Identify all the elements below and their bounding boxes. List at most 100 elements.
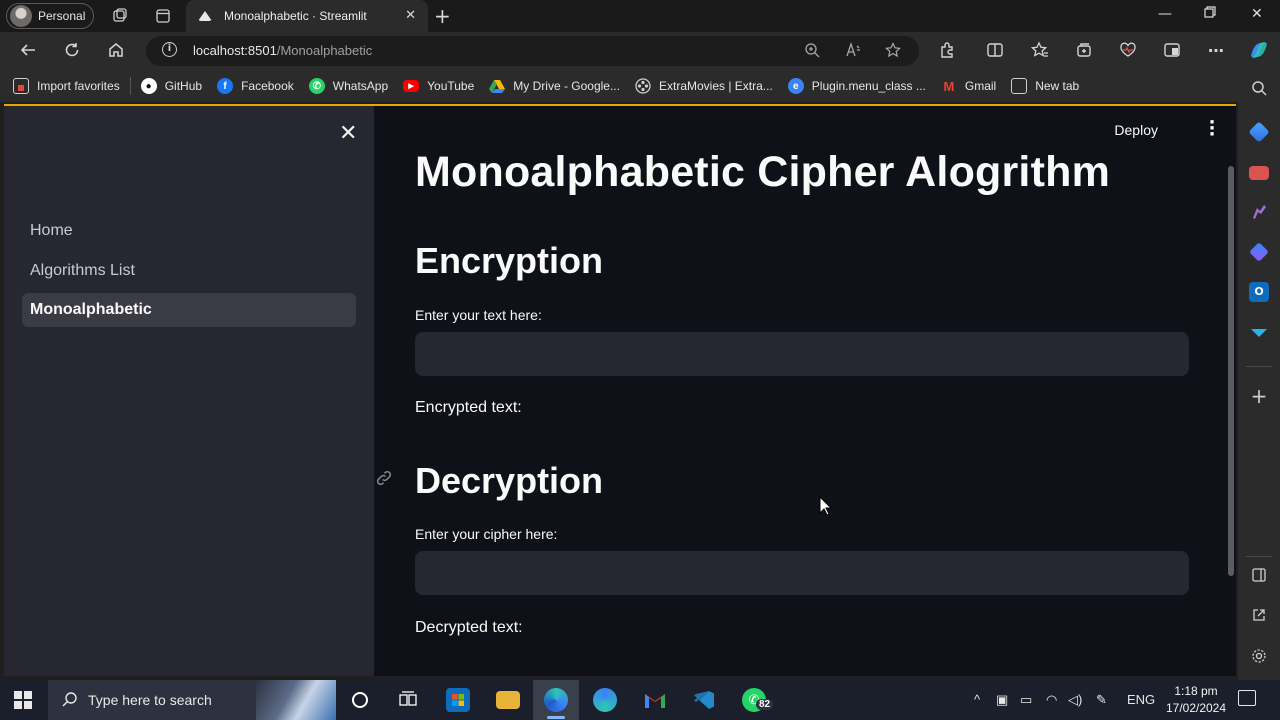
read-aloud-icon[interactable] [845, 41, 861, 62]
link-anchor-icon[interactable] [374, 468, 394, 493]
bookmark-label: GitHub [164, 79, 203, 93]
windows-start-icon[interactable] [14, 691, 32, 709]
bookmark-extramovies[interactable]: ExtraMovies | Extra... [635, 78, 773, 94]
decrypted-text-output: Decrypted text: [415, 619, 523, 636]
address-bar[interactable]: i localhost:8501/Monoalphabetic [146, 36, 919, 66]
tab-monoalphabetic[interactable]: Monoalphabetic · Streamlit ✕ [186, 0, 428, 32]
bookmark-my-drive[interactable]: My Drive - Google... [489, 78, 620, 94]
edge-icon: e [787, 78, 804, 94]
profile-button[interactable]: Personal [6, 3, 94, 29]
encrypted-text-output: Encrypted text: [415, 399, 522, 416]
volume-icon[interactable]: ◁) [1068, 692, 1082, 708]
sidebar-toggle-icon[interactable] [1249, 568, 1269, 586]
workspaces-icon[interactable] [110, 6, 130, 26]
sidebar-separator [1246, 366, 1272, 367]
search-highlight-image [256, 680, 336, 720]
system-clock[interactable]: 1:18 pm 17/02/2024 [1160, 683, 1232, 717]
file-explorer-icon[interactable] [496, 691, 520, 709]
bookmark-gmail[interactable]: M Gmail [941, 78, 996, 94]
wifi-icon[interactable]: ◠ [1046, 692, 1057, 708]
decryption-heading: Decryption [415, 460, 604, 501]
new-tab-icon[interactable]: + [434, 4, 451, 28]
drive-icon [489, 78, 506, 94]
bookmark-github[interactable]: ● GitHub [140, 78, 203, 94]
close-sidebar-icon[interactable]: ✕ [339, 123, 357, 145]
bookmark-youtube[interactable]: ▶ YouTube [403, 79, 474, 93]
external-link-icon[interactable] [1249, 608, 1269, 626]
split-screen-icon[interactable] [985, 41, 1005, 61]
pen-icon[interactable]: ✎ [1096, 692, 1107, 708]
security-icon[interactable]: ▣ [996, 692, 1008, 708]
bookmark-whatsapp[interactable]: ✆ WhatsApp [308, 78, 389, 94]
sidebar-item-monoalphabetic[interactable]: Monoalphabetic [22, 293, 356, 327]
sidebar-item-algorithms-list[interactable]: Algorithms List [22, 254, 356, 288]
browser-essentials-icon[interactable] [1162, 41, 1182, 61]
bookmark-label: Import favorites [37, 79, 120, 93]
zoom-icon[interactable] [804, 42, 820, 62]
minimize-icon[interactable]: — [1158, 6, 1172, 22]
edge-dev-icon[interactable] [593, 688, 617, 712]
back-icon[interactable] [18, 41, 38, 61]
gmail-taskbar-icon[interactable] [643, 688, 667, 712]
microsoft-store-icon[interactable] [446, 688, 470, 712]
newtab-icon [1011, 78, 1028, 94]
tools-icon[interactable] [1249, 166, 1269, 180]
collections-icon[interactable] [1074, 41, 1094, 61]
copilot-icon[interactable] [1247, 38, 1271, 62]
close-window-icon[interactable]: ✕ [1251, 6, 1263, 22]
add-app-icon[interactable]: + [1249, 384, 1269, 408]
favorite-star-icon[interactable] [885, 42, 901, 62]
bookmark-label: My Drive - Google... [513, 79, 620, 93]
sidebar-item-label: Algorithms List [30, 262, 135, 279]
task-view-icon[interactable] [396, 688, 420, 712]
site-info-icon[interactable]: i [162, 42, 177, 57]
bookmark-separator [129, 77, 131, 95]
whatsapp-notification-badge: 82 [756, 699, 774, 710]
search-icon [62, 691, 78, 712]
favorites-icon[interactable] [1030, 41, 1050, 61]
edge-taskbar-icon[interactable] [544, 688, 568, 712]
bookmark-facebook[interactable]: f Facebook [217, 78, 294, 94]
title-bar: Personal Monoalphabetic · Streamlit ✕ + … [0, 0, 1280, 32]
home-icon[interactable] [106, 41, 126, 61]
more-menu-icon[interactable]: ⋯ [1206, 41, 1226, 61]
scrollbar[interactable] [1228, 166, 1234, 576]
bookmark-new-tab[interactable]: New tab [1011, 78, 1079, 94]
gmail-icon: M [943, 78, 955, 94]
send-icon[interactable] [1249, 323, 1269, 343]
decryption-cipher-input[interactable] [415, 551, 1189, 595]
taskbar-search-box[interactable]: Type here to search [48, 680, 336, 720]
clock-date: 17/02/2024 [1165, 701, 1227, 715]
close-tab-icon[interactable]: ✕ [405, 8, 416, 23]
games-icon[interactable] [1249, 202, 1269, 222]
language-indicator[interactable]: ENG [1127, 692, 1155, 707]
vscode-icon[interactable] [692, 688, 716, 712]
shopping-icon[interactable] [1248, 121, 1270, 143]
app-sidebar: ✕ Home Algorithms List Monoalphabetic [4, 106, 374, 676]
extensions-icon[interactable] [937, 41, 957, 61]
cortana-icon[interactable] [348, 688, 372, 712]
settings-gear-icon[interactable] [1249, 648, 1269, 668]
bookmark-import-favorites[interactable]: Import favorites [13, 78, 120, 94]
sidebar-separator [1246, 556, 1272, 557]
bookmarks-bar: Import favorites ● GitHub f Facebook ✆ W… [0, 70, 1238, 102]
refresh-icon[interactable] [62, 41, 82, 61]
notifications-icon[interactable] [1238, 690, 1256, 706]
browser-window: Personal Monoalphabetic · Streamlit ✕ + … [0, 0, 1280, 680]
bookmark-plugin-menu[interactable]: e Plugin.menu_class ... [787, 78, 926, 94]
deploy-button[interactable]: Deploy [1114, 122, 1158, 138]
health-icon[interactable] [1118, 41, 1138, 61]
bookmark-label: WhatsApp [332, 79, 389, 93]
battery-icon[interactable]: ▭ [1020, 692, 1032, 708]
restore-icon[interactable] [1204, 6, 1216, 22]
copilot-app-icon[interactable] [1249, 242, 1269, 262]
windows-taskbar: Type here to search ✆ 82 ^ ▣ ▭ ◠ ◁) ✎ EN… [0, 680, 1280, 720]
tab-actions-icon[interactable] [153, 6, 173, 26]
show-hidden-icons-icon[interactable]: ^ [974, 692, 980, 707]
main-menu-icon[interactable]: · · · [1208, 114, 1216, 144]
encryption-text-input[interactable] [415, 332, 1189, 376]
sidebar-item-home[interactable]: Home [22, 214, 356, 248]
bookmark-label: Gmail [964, 79, 997, 93]
outlook-icon[interactable]: O [1249, 282, 1269, 302]
search-icon[interactable] [1249, 80, 1269, 100]
